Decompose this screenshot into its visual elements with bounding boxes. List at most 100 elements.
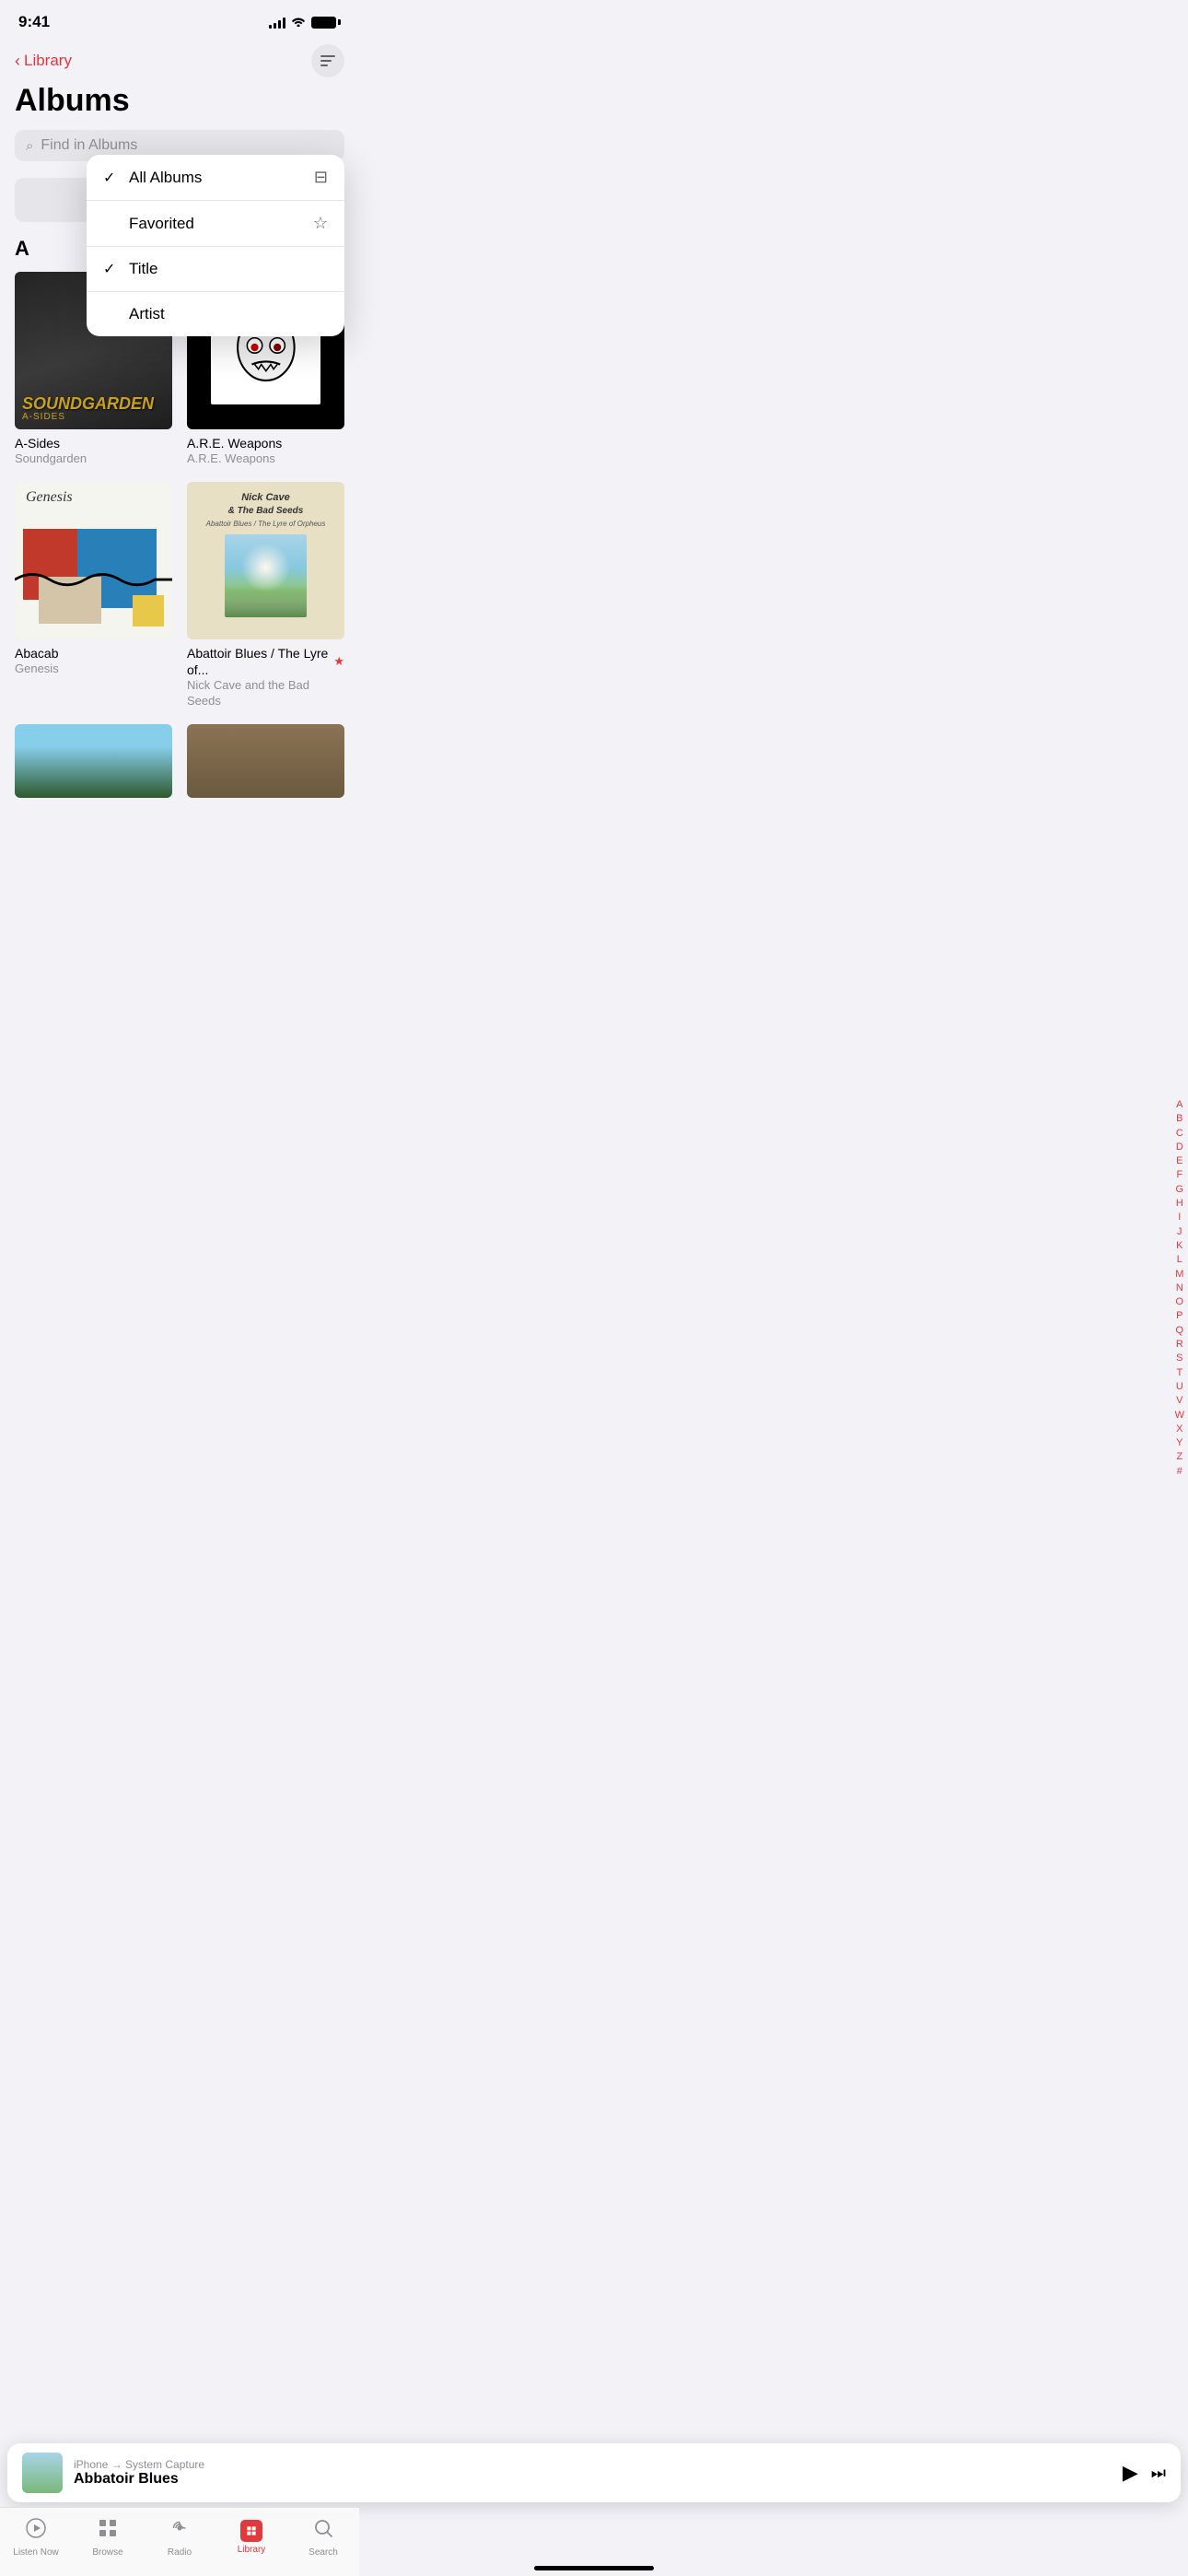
tab-radio-label: Radio — [168, 2547, 192, 2558]
back-label: Library — [24, 52, 72, 70]
check-all-albums: ✓ — [103, 169, 120, 187]
album-title-row-abattoir: Abattoir Blues / The Lyre of... ★ — [187, 645, 344, 678]
alpha-I[interactable]: I — [1178, 1211, 1181, 1224]
radio-icon — [169, 2517, 191, 2545]
now-playing-art — [22, 2453, 63, 2493]
tab-browse[interactable]: Browse — [80, 2517, 135, 2558]
album-artist-are-weapons: A.R.E. Weapons — [187, 451, 344, 467]
dropdown-title[interactable]: ✓ Title — [87, 247, 344, 292]
alpha-Y[interactable]: Y — [1176, 1436, 1182, 1449]
now-playing-subtitle: iPhone → System Capture — [74, 2458, 1112, 2471]
status-icons — [269, 16, 341, 29]
dropdown-artist[interactable]: ✓ Artist — [87, 292, 344, 336]
star-outline-icon: ☆ — [313, 214, 328, 233]
signal-icon — [269, 17, 285, 29]
now-playing-play-button[interactable]: ▶ — [1123, 2461, 1138, 2485]
browse-icon — [97, 2517, 119, 2545]
alpha-O[interactable]: O — [1176, 1295, 1184, 1308]
dropdown-favorited[interactable]: ✓ Favorited ☆ — [87, 201, 344, 246]
dropdown-sort-section: ✓ Title ✓ Artist — [87, 247, 344, 336]
album-title-abacab: Abacab — [15, 645, 172, 662]
alpha-C[interactable]: C — [1176, 1127, 1183, 1140]
tab-search[interactable]: Search — [296, 2517, 351, 2558]
album-item-partial-right[interactable] — [187, 724, 344, 803]
alpha-E[interactable]: E — [1176, 1154, 1182, 1167]
alpha-R[interactable]: R — [1176, 1338, 1183, 1351]
alpha-S[interactable]: S — [1176, 1352, 1182, 1364]
dropdown-filter-section: ✓ All Albums ⊟ ✓ Favorited ☆ — [87, 155, 344, 247]
alpha-K[interactable]: K — [1176, 1239, 1182, 1252]
status-bar: 9:41 — [0, 0, 359, 37]
title-label: Title — [129, 260, 158, 278]
now-playing-title: Abbatoir Blues — [74, 2471, 1112, 2488]
album-artist-abattoir: Nick Cave and the Bad Seeds — [187, 678, 344, 709]
now-playing-info: iPhone → System Capture Abbatoir Blues — [74, 2458, 1112, 2488]
check-artist: ✓ — [103, 305, 120, 323]
alpha-V[interactable]: V — [1176, 1394, 1182, 1407]
alpha-hash[interactable]: # — [1177, 1465, 1182, 1478]
alpha-W[interactable]: W — [1175, 1409, 1184, 1422]
tab-listen-now[interactable]: Listen Now — [8, 2517, 64, 2558]
dropdown-menu: ✓ All Albums ⊟ ✓ Favorited ☆ ✓ Title ✓ A… — [87, 155, 344, 336]
alpha-L[interactable]: L — [1177, 1253, 1182, 1266]
filter-button[interactable] — [311, 44, 344, 77]
alpha-H[interactable]: H — [1176, 1197, 1183, 1210]
tab-bar: Listen Now Browse Radio — [0, 2507, 359, 2576]
all-albums-label: All Albums — [129, 169, 202, 187]
check-title: ✓ — [103, 260, 120, 278]
dropdown-all-albums[interactable]: ✓ All Albums ⊟ — [87, 155, 344, 201]
grid-icon: ⊟ — [314, 168, 328, 187]
tab-listen-now-label: Listen Now — [13, 2547, 58, 2558]
alpha-F[interactable]: F — [1176, 1168, 1182, 1181]
alpha-T[interactable]: T — [1176, 1366, 1182, 1379]
tab-library-label: Library — [238, 2545, 266, 2555]
alpha-X[interactable]: X — [1176, 1423, 1182, 1435]
search-input[interactable] — [41, 137, 333, 154]
now-playing-controls: ▶ ⏭ — [1123, 2461, 1166, 2485]
filter-icon — [320, 55, 335, 66]
alpha-G[interactable]: G — [1176, 1183, 1184, 1196]
tab-library[interactable]: Library — [224, 2520, 279, 2555]
alpha-P[interactable]: P — [1176, 1309, 1182, 1322]
search-icon: ⌕ — [26, 138, 33, 154]
album-art-abattoir: Nick Cave& The Bad Seeds Abattoir Blues … — [187, 482, 344, 639]
tab-radio[interactable]: Radio — [152, 2517, 207, 2558]
search-tab-icon — [312, 2517, 334, 2545]
nav-bar: ‹ Library — [0, 37, 359, 81]
album-title-abattoir: Abattoir Blues / The Lyre of... — [187, 645, 330, 678]
tab-search-label: Search — [309, 2547, 338, 2558]
artist-label: Artist — [129, 305, 165, 323]
album-art-partial-right — [187, 724, 344, 798]
album-art-partial-left — [15, 724, 172, 798]
back-button[interactable]: ‹ Library — [15, 52, 72, 71]
battery-icon — [311, 17, 341, 29]
album-item-abattoir[interactable]: Nick Cave& The Bad Seeds Abattoir Blues … — [187, 482, 344, 709]
album-item-partial-left[interactable] — [15, 724, 172, 803]
alpha-J[interactable]: J — [1177, 1225, 1182, 1238]
now-playing-bar[interactable]: iPhone → System Capture Abbatoir Blues ▶… — [7, 2443, 1181, 2502]
favorited-star-icon: ★ — [333, 654, 344, 669]
favorited-label: Favorited — [129, 215, 194, 233]
now-playing-forward-button[interactable]: ⏭ — [1151, 2464, 1166, 2483]
alpha-M[interactable]: M — [1175, 1268, 1183, 1281]
album-title-a-sides: A-Sides — [15, 435, 172, 451]
album-title-are-weapons: A.R.E. Weapons — [187, 435, 344, 451]
alpha-B[interactable]: B — [1176, 1112, 1182, 1125]
tab-browse-label: Browse — [92, 2547, 122, 2558]
listen-now-icon — [25, 2517, 47, 2545]
album-item-abacab[interactable]: Genesis Abacab Genesis — [15, 482, 172, 709]
alpha-N[interactable]: N — [1176, 1282, 1183, 1294]
album-artist-a-sides: Soundgarden — [15, 451, 172, 467]
alpha-D[interactable]: D — [1176, 1141, 1183, 1153]
alpha-A[interactable]: A — [1176, 1098, 1182, 1111]
back-chevron-icon: ‹ — [15, 52, 20, 71]
status-time: 9:41 — [18, 13, 50, 31]
library-icon — [240, 2520, 262, 2542]
alpha-Q[interactable]: Q — [1176, 1324, 1184, 1337]
page-title: Albums — [0, 81, 359, 126]
alpha-Z[interactable]: Z — [1176, 1450, 1182, 1463]
home-indicator — [534, 2566, 654, 2570]
alpha-U[interactable]: U — [1176, 1380, 1183, 1393]
album-artist-abacab: Genesis — [15, 662, 172, 677]
wifi-icon — [291, 16, 306, 29]
